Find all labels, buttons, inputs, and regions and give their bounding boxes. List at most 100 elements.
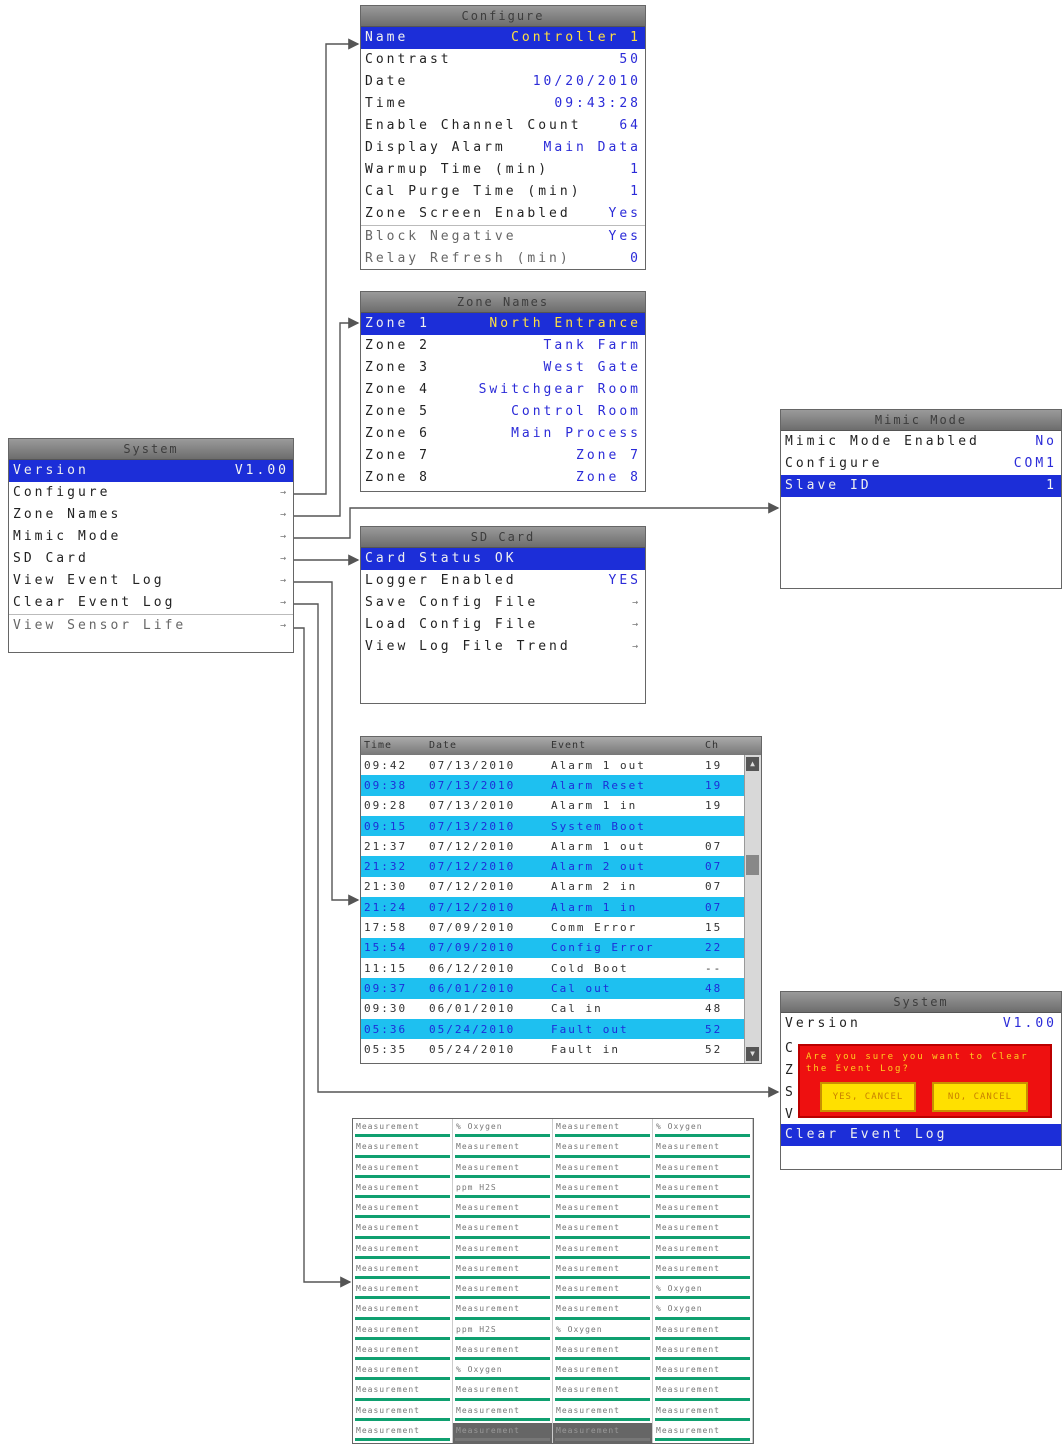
zone-item[interactable]: Zone 6 Main Process — [361, 423, 645, 445]
table-row[interactable]: 09:15 07/13/2010 System Boot — [361, 815, 761, 837]
sensor-life-cell[interactable]: Measurement — [453, 1301, 553, 1322]
scrollbar[interactable]: ▲ ▼ — [744, 755, 761, 1063]
scroll-down-icon[interactable]: ▼ — [746, 1047, 759, 1061]
config-relay-refresh[interactable]: Relay Refresh (min) 0 — [361, 248, 645, 269]
config-enable-channel-count[interactable]: Enable Channel Count 64 — [361, 115, 645, 137]
sensor-life-cell[interactable]: Measurement — [553, 1119, 653, 1140]
sensor-life-cell[interactable]: Measurement — [353, 1220, 453, 1241]
table-row[interactable]: 09:30 06/01/2010 Cal in 48 — [361, 999, 761, 1019]
sensor-life-cell[interactable]: Measurement — [653, 1200, 753, 1221]
menu-item-version[interactable]: Version V1.00 — [9, 460, 293, 482]
table-row[interactable]: 21:30 07/12/2010 Alarm 2 in 07 — [361, 877, 761, 897]
sensor-life-cell[interactable]: Measurement — [353, 1281, 453, 1302]
sensor-life-cell[interactable]: Measurement — [653, 1260, 753, 1281]
table-row[interactable]: 09:38 07/13/2010 Alarm Reset 19 — [361, 775, 761, 796]
mimic-configure[interactable]: Configure COM1 — [781, 453, 1061, 475]
sensor-life-cell[interactable]: Measurement — [353, 1422, 453, 1443]
table-row[interactable]: 11:15 06/12/2010 Cold Boot -- — [361, 958, 761, 978]
clear-event-log-selected[interactable]: Clear Event Log — [781, 1124, 1061, 1146]
menu-item-sd-card[interactable]: SD Card → — [9, 548, 293, 570]
zone-item[interactable]: Zone 3 West Gate — [361, 357, 645, 379]
sensor-life-cell[interactable]: Measurement — [353, 1362, 453, 1383]
sensor-life-cell[interactable]: % Oxygen — [553, 1321, 653, 1342]
sensor-life-cell[interactable]: Measurement — [553, 1402, 653, 1423]
sensor-life-cell[interactable]: % Oxygen — [653, 1301, 753, 1322]
sensor-life-cell[interactable]: Measurement — [353, 1382, 453, 1403]
config-date[interactable]: Date 10/20/2010 — [361, 71, 645, 93]
sensor-life-cell[interactable]: Measurement — [353, 1179, 453, 1200]
sensor-life-cell[interactable]: Measurement — [353, 1139, 453, 1160]
clear-log-version-row[interactable]: Version V1.00 — [781, 1013, 1061, 1035]
config-cal-purge-time[interactable]: Cal Purge Time (min) 1 — [361, 181, 645, 203]
menu-item-configure[interactable]: Configure → — [9, 482, 293, 504]
sensor-life-cell[interactable]: Measurement — [353, 1341, 453, 1362]
sensor-life-cell[interactable]: ppm H2S — [453, 1321, 553, 1342]
config-block-negative[interactable]: Block Negative Yes — [361, 225, 645, 248]
sensor-life-cell[interactable]: Measurement — [553, 1159, 653, 1180]
menu-item-view-event-log[interactable]: View Event Log → — [9, 570, 293, 592]
sensor-life-cell[interactable]: Measurement — [453, 1402, 553, 1423]
sensor-life-cell[interactable]: Measurement — [553, 1200, 653, 1221]
sensor-life-cell[interactable]: Measurement — [353, 1301, 453, 1322]
sd-card-status[interactable]: Card Status OK — [361, 548, 645, 570]
sensor-life-cell[interactable]: Measurement — [653, 1220, 753, 1241]
sensor-life-cell[interactable]: % Oxygen — [453, 1362, 553, 1383]
menu-item-zone-names[interactable]: Zone Names → — [9, 504, 293, 526]
table-row[interactable]: 09:37 06/01/2010 Cal out 48 — [361, 978, 761, 999]
sensor-life-cell[interactable]: Measurement — [553, 1220, 653, 1241]
sensor-life-cell[interactable]: Measurement — [453, 1260, 553, 1281]
config-name[interactable]: Name Controller 1 — [361, 27, 645, 49]
zone-item[interactable]: Zone 7 Zone 7 — [361, 445, 645, 467]
sd-save-config[interactable]: Save Config File → — [361, 592, 645, 614]
table-row[interactable]: 05:35 05/24/2010 Fault in 52 — [361, 1039, 761, 1059]
sensor-life-cell[interactable]: Measurement — [353, 1119, 453, 1140]
menu-item-mimic-mode[interactable]: Mimic Mode → — [9, 526, 293, 548]
table-row[interactable]: 09:42 07/13/2010 Alarm 1 out 19 — [361, 755, 761, 775]
sensor-life-cell[interactable]: Measurement — [353, 1260, 453, 1281]
sd-logger-enabled[interactable]: Logger Enabled YES — [361, 570, 645, 592]
sensor-life-cell[interactable]: Measurement — [353, 1159, 453, 1180]
sensor-life-cell[interactable]: Measurement — [453, 1139, 553, 1160]
sensor-life-cell[interactable]: Measurement — [653, 1321, 753, 1342]
sensor-life-cell[interactable]: Measurement — [453, 1200, 553, 1221]
sensor-life-cell[interactable]: Measurement — [453, 1382, 553, 1403]
yes-button[interactable]: YES, CANCEL — [820, 1082, 916, 1112]
sensor-life-cell[interactable]: Measurement — [353, 1402, 453, 1423]
table-row[interactable]: 05:36 05/24/2010 Fault out 52 — [361, 1018, 761, 1040]
sensor-life-cell[interactable]: Measurement — [353, 1240, 453, 1261]
sensor-life-cell[interactable]: Measurement — [553, 1281, 653, 1302]
sensor-life-cell[interactable]: Measurement — [453, 1220, 553, 1241]
config-display-alarm[interactable]: Display Alarm Main Data — [361, 137, 645, 159]
scroll-up-icon[interactable]: ▲ — [746, 757, 759, 771]
sensor-life-cell[interactable]: Measurement — [653, 1179, 753, 1200]
sensor-life-cell[interactable]: Measurement — [553, 1422, 653, 1443]
scroll-thumb[interactable] — [746, 855, 759, 875]
table-row[interactable]: 21:24 07/12/2010 Alarm 1 in 07 — [361, 897, 761, 918]
config-zone-screen-enabled[interactable]: Zone Screen Enabled Yes — [361, 203, 645, 225]
sensor-life-cell[interactable]: Measurement — [553, 1341, 653, 1362]
sensor-life-cell[interactable]: Measurement — [653, 1362, 753, 1383]
sensor-life-cell[interactable]: Measurement — [553, 1260, 653, 1281]
sensor-life-cell[interactable]: Measurement — [553, 1179, 653, 1200]
table-row[interactable]: 17:58 07/09/2010 Comm Error 15 — [361, 917, 761, 937]
config-contrast[interactable]: Contrast 50 — [361, 49, 645, 71]
no-button[interactable]: NO, CANCEL — [932, 1082, 1028, 1112]
sensor-life-cell[interactable]: Measurement — [553, 1240, 653, 1261]
table-row[interactable]: 09:28 07/13/2010 Alarm 1 in 19 — [361, 796, 761, 816]
sensor-life-cell[interactable]: Measurement — [653, 1139, 753, 1160]
sensor-life-cell[interactable]: Measurement — [453, 1159, 553, 1180]
config-warmup-time[interactable]: Warmup Time (min) 1 — [361, 159, 645, 181]
table-row[interactable]: 21:37 07/12/2010 Alarm 1 out 07 — [361, 836, 761, 856]
sensor-life-cell[interactable]: Measurement — [453, 1281, 553, 1302]
sd-load-config[interactable]: Load Config File → — [361, 614, 645, 636]
config-time[interactable]: Time 09:43:28 — [361, 93, 645, 115]
sensor-life-cell[interactable]: Measurement — [453, 1240, 553, 1261]
zone-item[interactable]: Zone 5 Control Room — [361, 401, 645, 423]
sensor-life-cell[interactable]: Measurement — [453, 1422, 553, 1443]
menu-item-view-sensor-life[interactable]: View Sensor Life → — [9, 614, 293, 637]
zone-item[interactable]: Zone 4 Switchgear Room — [361, 379, 645, 401]
sd-view-log-trend[interactable]: View Log File Trend → — [361, 636, 645, 658]
mimic-slave-id[interactable]: Slave ID 1 — [781, 475, 1061, 497]
menu-item-clear-event-log[interactable]: Clear Event Log → — [9, 592, 293, 614]
sensor-life-cell[interactable]: Measurement — [653, 1422, 753, 1443]
